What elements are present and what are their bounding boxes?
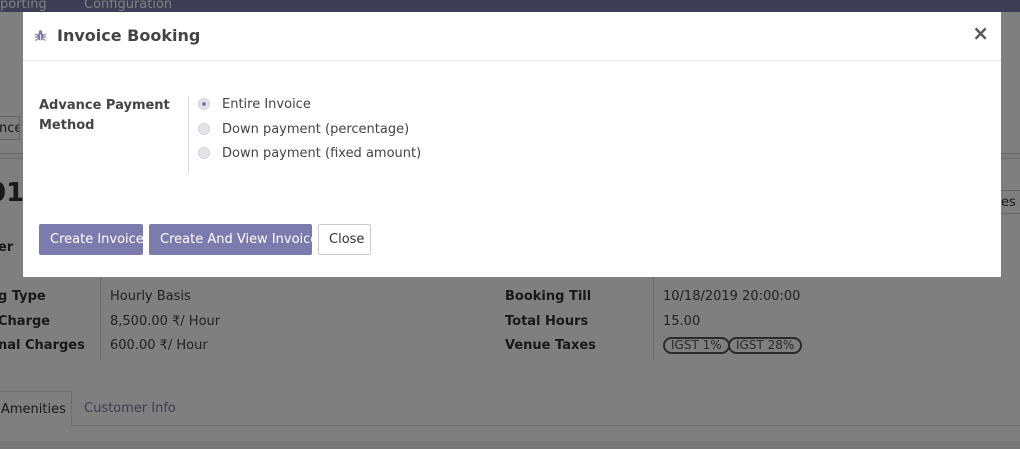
close-icon[interactable]: × <box>972 23 989 43</box>
radio-checked-icon[interactable] <box>198 98 210 110</box>
radio-option-down-payment-percentage[interactable]: Down payment (percentage) <box>198 119 409 139</box>
create-invoice-button[interactable]: Create Invoice <box>39 224 144 255</box>
advance-payment-method-label: Advance Payment Method <box>39 98 170 133</box>
radio-label: Entire Invoice <box>222 96 311 112</box>
bug-icon <box>34 30 47 42</box>
radio-unchecked-icon[interactable] <box>198 123 210 135</box>
radio-unchecked-icon[interactable] <box>198 147 210 159</box>
radio-option-entire-invoice[interactable]: Entire Invoice <box>198 94 311 114</box>
field-separator <box>188 96 189 174</box>
radio-label: Down payment (percentage) <box>222 121 410 137</box>
radio-label: Down payment (fixed amount) <box>222 145 422 161</box>
close-button[interactable]: Close <box>318 224 371 255</box>
create-and-view-invoice-button[interactable]: Create And View Invoice <box>149 224 318 255</box>
modal-header: Invoice Booking × <box>23 12 1001 61</box>
modal-title: Invoice Booking <box>57 26 201 45</box>
radio-option-down-payment-fixed[interactable]: Down payment (fixed amount) <box>198 143 421 163</box>
invoice-booking-dialog: Invoice Booking × Advance Payment Method… <box>23 12 1001 277</box>
